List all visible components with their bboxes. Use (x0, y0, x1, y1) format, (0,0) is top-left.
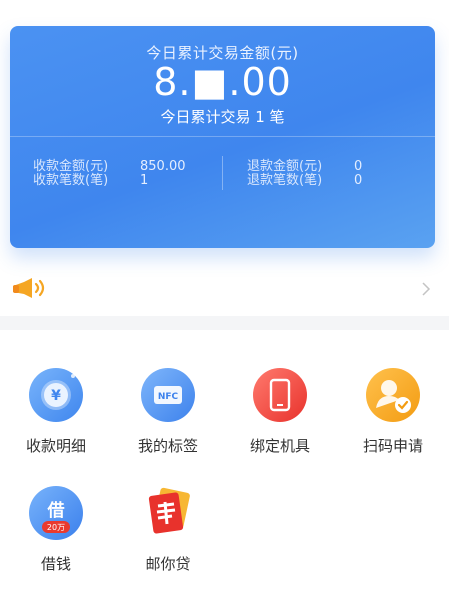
transaction-summary-card[interactable]: 今日累计交易金额(元) 8.■.00 今日累计交易 1 笔 收款金额(元) 85… (10, 26, 435, 248)
refund-count-value: 0 (354, 173, 363, 188)
grid-item-scan-apply[interactable]: 扫码申请 (337, 366, 449, 466)
receive-amount-label: 收款金额(元) (33, 159, 109, 174)
receive-amount-row: 收款金额(元) 850.00 (33, 160, 186, 174)
grid-item-receipt-details[interactable]: ¥ 收款明细 (0, 366, 112, 466)
grid-item-borrow[interactable]: 借 20万 借钱 (0, 484, 112, 584)
refund-amount-label: 退款金额(元) (247, 159, 323, 174)
refund-amount-value: 0 (354, 159, 363, 174)
user-check-icon (366, 368, 420, 422)
svg-text:NFC: NFC (158, 392, 179, 402)
receive-count-row: 收款笔数(笔) 1 (33, 174, 186, 188)
grid-label: 我的标签 (137, 437, 198, 455)
refund-count-row: 退款笔数(笔) 0 (247, 174, 362, 188)
grid-label: 收款明细 (25, 437, 86, 455)
receive-count-label: 收款笔数(笔) (33, 173, 109, 188)
megaphone-icon (13, 278, 45, 298)
receive-count-value: 1 (140, 173, 149, 188)
grid-label: 借钱 (40, 555, 71, 573)
grid-item-bind-device[interactable]: 绑定机具 (224, 366, 336, 466)
grid-label: 邮你贷 (145, 555, 191, 573)
summary-amount: 8.■.00 (153, 60, 292, 104)
receive-stats: 收款金额(元) 850.00 收款笔数(笔) 1 (33, 160, 186, 192)
main-page: 今日累计交易金额(元) 8.■.00 今日累计交易 1 笔 收款金额(元) 85… (0, 0, 449, 592)
loan-badge-sub: 20万 (47, 523, 65, 532)
refund-stats: 退款金额(元) 0 退款笔数(笔) 0 (247, 160, 362, 192)
postal-loan-icon (148, 487, 190, 534)
chevron-right-icon[interactable] (421, 282, 431, 296)
summary-count: 今日累计交易 1 笔 (160, 108, 285, 126)
notice-bar[interactable] (0, 270, 449, 310)
grid-label: 扫码申请 (362, 437, 423, 455)
grid-item-postal-loan[interactable]: 邮你贷 (112, 484, 224, 584)
phone-device-icon (253, 368, 307, 422)
receive-amount-value: 850.00 (140, 159, 186, 174)
section-gap (0, 316, 449, 330)
svg-text:¥: ¥ (51, 388, 61, 404)
card-divider (10, 136, 435, 137)
refund-amount-row: 退款金额(元) 0 (247, 160, 362, 174)
grid-item-my-tags[interactable]: NFC 我的标签 (112, 366, 224, 466)
stats-divider (222, 156, 223, 190)
loan-icon: 借 20万 (29, 486, 83, 540)
yuan-coin-icon: ¥ (29, 368, 83, 422)
refund-count-label: 退款笔数(笔) (247, 173, 323, 188)
loan-badge: 借 (47, 500, 65, 521)
grid-label: 绑定机具 (249, 437, 310, 455)
nfc-icon: NFC (141, 368, 195, 422)
